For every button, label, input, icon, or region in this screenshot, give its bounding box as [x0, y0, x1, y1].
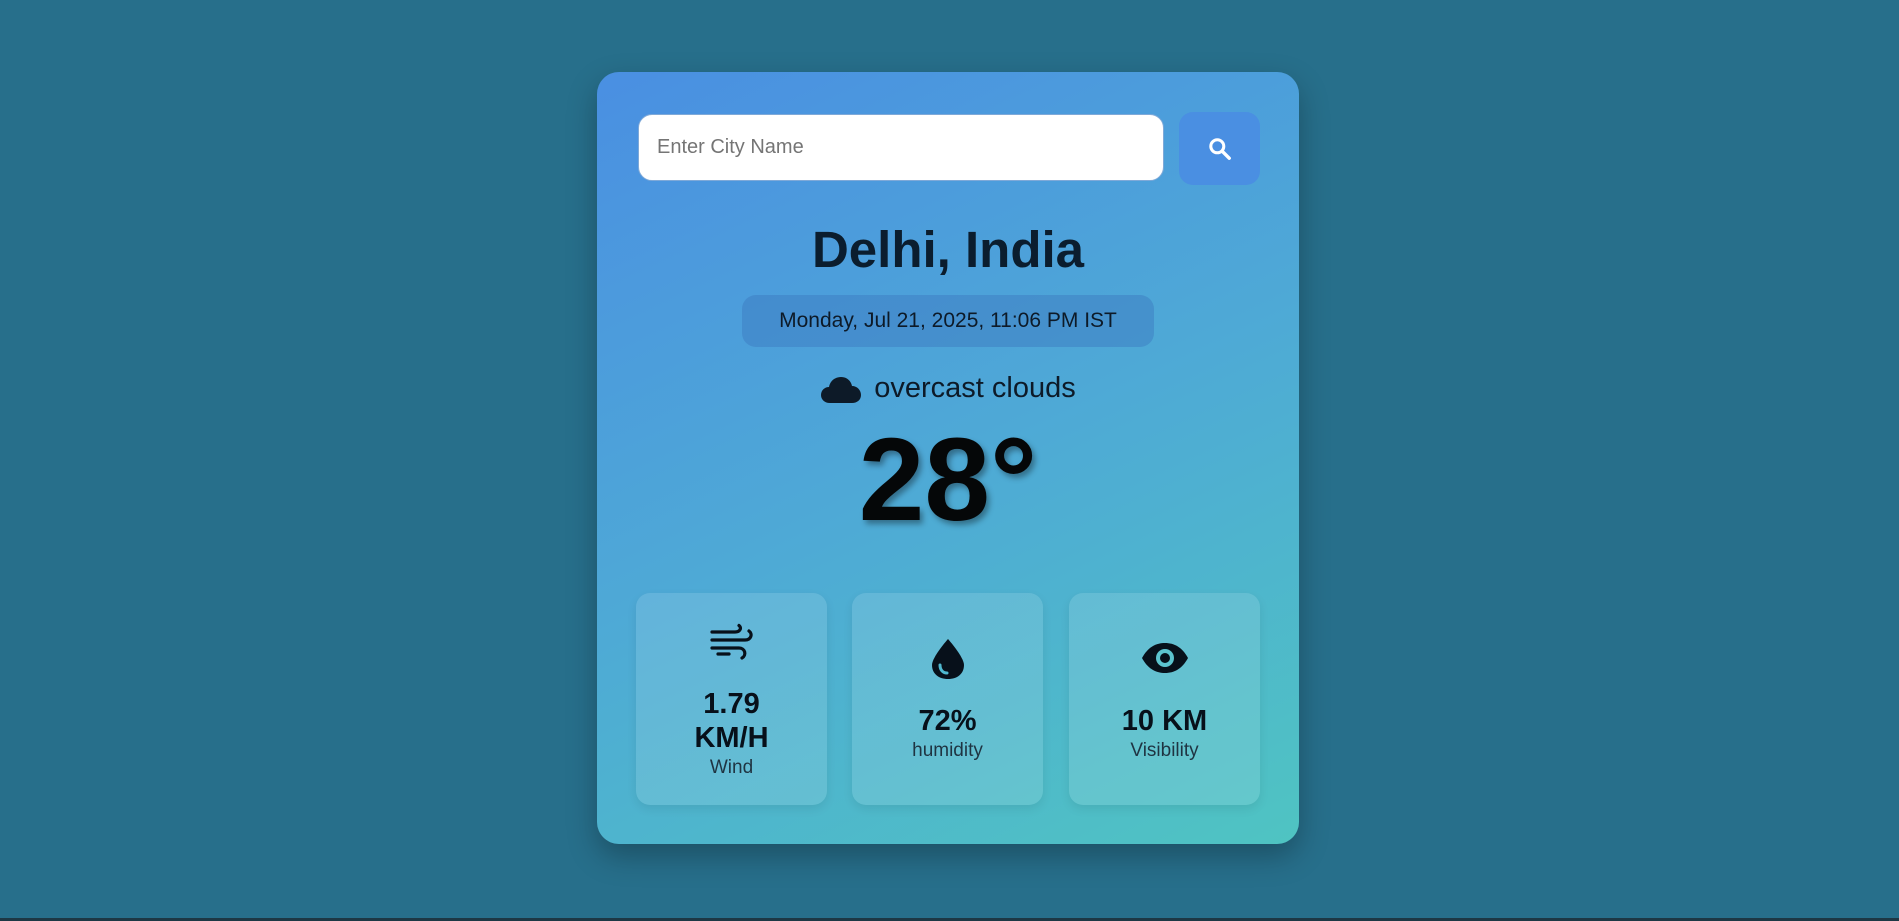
water-drop-icon	[852, 637, 1043, 681]
city-search-input[interactable]	[638, 114, 1164, 181]
search-button[interactable]	[1179, 112, 1260, 185]
search-bar	[638, 112, 1260, 186]
date-time-text: Monday, Jul 21, 2025, 11:06 PM IST	[779, 309, 1117, 332]
eye-icon	[1069, 641, 1260, 675]
visibility-value: 10 KM	[1121, 705, 1208, 737]
weather-card: Delhi, India Monday, Jul 21, 2025, 11:06…	[597, 72, 1299, 844]
wind-tile: 1.79 KM/H Wind	[636, 593, 827, 805]
date-time-badge: Monday, Jul 21, 2025, 11:06 PM IST	[742, 295, 1154, 347]
city-name: Delhi, India	[811, 221, 1085, 278]
humidity-label: humidity	[912, 740, 983, 761]
humidity-tile: 72% humidity	[852, 593, 1043, 805]
condition-text: overcast clouds	[874, 372, 1076, 404]
wind-speed-number: 1.79	[703, 688, 760, 720]
cloud-icon	[821, 376, 862, 403]
visibility-label: Visibility	[1130, 740, 1199, 761]
wind-speed-unit: KM/H	[694, 722, 769, 754]
wind-icon	[636, 623, 827, 661]
weather-condition: overcast clouds	[597, 372, 1299, 405]
search-icon	[1208, 137, 1231, 160]
wind-label: Wind	[709, 757, 754, 778]
temperature: 28°	[858, 414, 1038, 546]
humidity-value: 72%	[918, 705, 977, 737]
wind-value: 1.79 KM/H	[636, 687, 827, 755]
visibility-tile: 10 KM Visibility	[1069, 593, 1260, 805]
